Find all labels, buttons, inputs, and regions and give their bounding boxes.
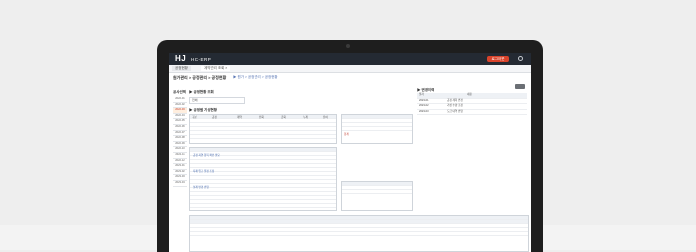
history-text: 기성 수량 조정: [447, 104, 463, 107]
period-list: 2022-01 2022-02 2022-03 2022-04 2022-05 …: [173, 97, 187, 249]
page-toolbar: 원가관리 > 공정관리 > 공정현황 ▶ 원가 > 공정관리 > 공정현황: [169, 73, 531, 81]
camera-dot: [346, 44, 350, 48]
grid-header-cell: 계약: [237, 116, 242, 119]
sub-title: ▶ 공정별 기성현황: [189, 108, 217, 112]
history-table: 일자 내용 2023-01 공정 계획 변경 2023-02 기성 수량 조정 …: [417, 93, 527, 115]
grid-header-cell: 전회: [259, 116, 264, 119]
grid-header-cell: 구분: [192, 116, 197, 119]
history-text: 도급 내역 반영: [447, 109, 463, 113]
grid-header-cell: 잔여: [323, 116, 328, 119]
note-line: 공정 지연 항목 확인 필요: [193, 154, 220, 157]
table-row[interactable]: [342, 190, 412, 194]
left-panel-header: 공사선택: [173, 90, 186, 94]
history-date: 2023-03: [419, 109, 429, 113]
period-item[interactable]: 2023-04: [173, 181, 187, 187]
bottom-grid: [189, 215, 529, 252]
power-icon[interactable]: [518, 56, 523, 61]
history-col-text: 내용: [467, 93, 472, 96]
section-title: ▶ 공정현황 조회: [189, 90, 214, 94]
history-col-date: 일자: [419, 93, 424, 96]
logout-button[interactable]: 로그아웃: [487, 56, 509, 62]
note-line: 자재 입고 일정 조정: [193, 170, 215, 173]
search-button[interactable]: [515, 84, 525, 89]
table-row[interactable]: [190, 232, 528, 236]
history-text: 공정 계획 변경: [447, 98, 463, 102]
laptop-screen: HJ HC-ERP 기준정보 인사/급여 영업관리 공사 구매/자재 원가관리 …: [169, 53, 531, 252]
breadcrumb[interactable]: ▶ 원가 > 공정관리 > 공정현황: [233, 75, 278, 80]
summary-label: 합계: [344, 133, 349, 136]
table-row[interactable]: [342, 127, 412, 131]
page-title: 원가관리 > 공정관리 > 공정현황: [173, 75, 227, 80]
filter-select[interactable]: 전체: [189, 97, 245, 104]
table-row[interactable]: [190, 135, 336, 139]
grid-header-cell: 누계: [303, 116, 308, 119]
app-top-bar: HJ HC-ERP 기준정보 인사/급여 영업관리 공사 구매/자재 원가관리 …: [169, 53, 531, 70]
grid-header-cell: 금회: [281, 116, 286, 119]
tab-home[interactable]: 공정현황: [172, 66, 191, 71]
laptop-bezel: HJ HC-ERP 기준정보 인사/급여 영업관리 공사 구매/자재 원가관리 …: [157, 40, 543, 252]
logo-text: HJ: [175, 54, 187, 63]
app-logo: HJ HC-ERP: [175, 54, 211, 63]
table-row[interactable]: 2023-03 도급 내역 반영: [417, 109, 527, 115]
grid-header-cell: 공정: [212, 116, 217, 119]
note-line: 설계 변경 반영: [193, 186, 209, 189]
history-date: 2023-02: [419, 104, 429, 107]
history-date: 2023-01: [419, 98, 429, 102]
summary-grid: [341, 114, 413, 144]
system-name: HC-ERP: [190, 57, 212, 62]
tab-bar: 공정현황 계약관리 조회 ×: [169, 65, 531, 73]
side-summary-grid: [341, 181, 413, 211]
tab-active[interactable]: 계약관리 조회 ×: [201, 66, 231, 71]
table-row[interactable]: [190, 204, 336, 208]
